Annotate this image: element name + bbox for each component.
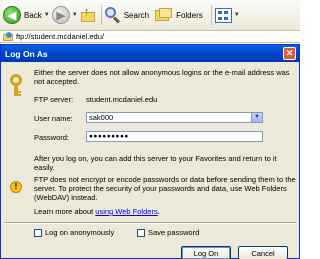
forward-dropdown-icon[interactable]: ▼ (72, 12, 78, 18)
back-button[interactable]: ◀ Back ▼ (3, 4, 50, 26)
views-button[interactable]: ▼ (214, 4, 240, 26)
explorer-toolbar: ◀ Back ▼ ▶ ▼ ↑ Search Folders ▼ (0, 0, 300, 30)
up-folder-button[interactable]: ↑ (80, 4, 96, 26)
toolbar-divider (210, 5, 212, 25)
save-password-label: Save password (148, 228, 200, 237)
password-label: Password: (34, 133, 70, 142)
views-dropdown-icon[interactable]: ▼ (234, 12, 240, 18)
ftp-folder-icon (3, 31, 13, 42)
log-on-anonymously-checkbox[interactable] (34, 229, 42, 237)
search-icon (104, 7, 121, 24)
username-label: User name: (34, 114, 73, 123)
back-arrow-icon: ◀ (3, 6, 21, 24)
server-message: Either the server does not allow anonymo… (34, 68, 290, 86)
forward-arrow-icon: ▶ (51, 6, 70, 24)
dialog-title: Log On As (5, 48, 48, 59)
learn-more-prefix: Learn more about (34, 207, 96, 216)
key-icon (9, 74, 23, 96)
learn-more-text: Learn more about using Web Folders. (34, 207, 160, 216)
forward-button[interactable]: ▶ ▼ (51, 4, 78, 26)
dialog-titlebar[interactable]: Log On As ✕ (1, 45, 299, 62)
search-label: Search (123, 10, 150, 20)
after-logon-text: After you log on, you can add this serve… (34, 154, 277, 172)
back-label: Back (24, 10, 42, 20)
log-on-dialog: Log On As ✕ Either the server does not a… (0, 44, 300, 259)
ftp-server-label: FTP server: (34, 95, 74, 104)
username-combobox[interactable]: sak000 ▼ (86, 112, 263, 123)
web-folders-link[interactable]: using Web Folders (95, 207, 157, 216)
log-on-button[interactable]: Log On (181, 246, 231, 259)
chevron-down-icon[interactable]: ▼ (251, 113, 262, 122)
up-folder-icon: ↑ (80, 6, 96, 24)
folders-icon (155, 8, 173, 22)
dialog-divider (4, 222, 296, 224)
warning-text: FTP does not encrypt or encode passwords… (34, 175, 296, 202)
cancel-button[interactable]: Cancel (238, 246, 288, 259)
save-password-checkbox[interactable] (137, 229, 145, 237)
back-dropdown-icon[interactable]: ▼ (44, 12, 50, 18)
close-icon[interactable]: ✕ (283, 47, 296, 60)
log-on-anonymously-label: Log on anonymously (45, 228, 115, 237)
ftp-server-value: student.mcdaniel.edu (86, 95, 158, 104)
username-value: sak000 (89, 113, 114, 122)
folders-button[interactable]: Folders (155, 4, 203, 26)
folders-label: Folders (176, 10, 203, 20)
search-button[interactable]: Search (104, 4, 150, 26)
toolbar-divider (100, 5, 102, 25)
address-input[interactable]: ftp://student.mcdaniel.edu/ (16, 32, 104, 41)
views-icon (214, 7, 232, 23)
warning-icon: ! (10, 181, 22, 193)
password-field[interactable]: ●●●●●●●●● (86, 131, 263, 142)
address-bar[interactable]: ftp://student.mcdaniel.edu/ (0, 30, 300, 43)
learn-more-suffix: . (157, 207, 160, 216)
